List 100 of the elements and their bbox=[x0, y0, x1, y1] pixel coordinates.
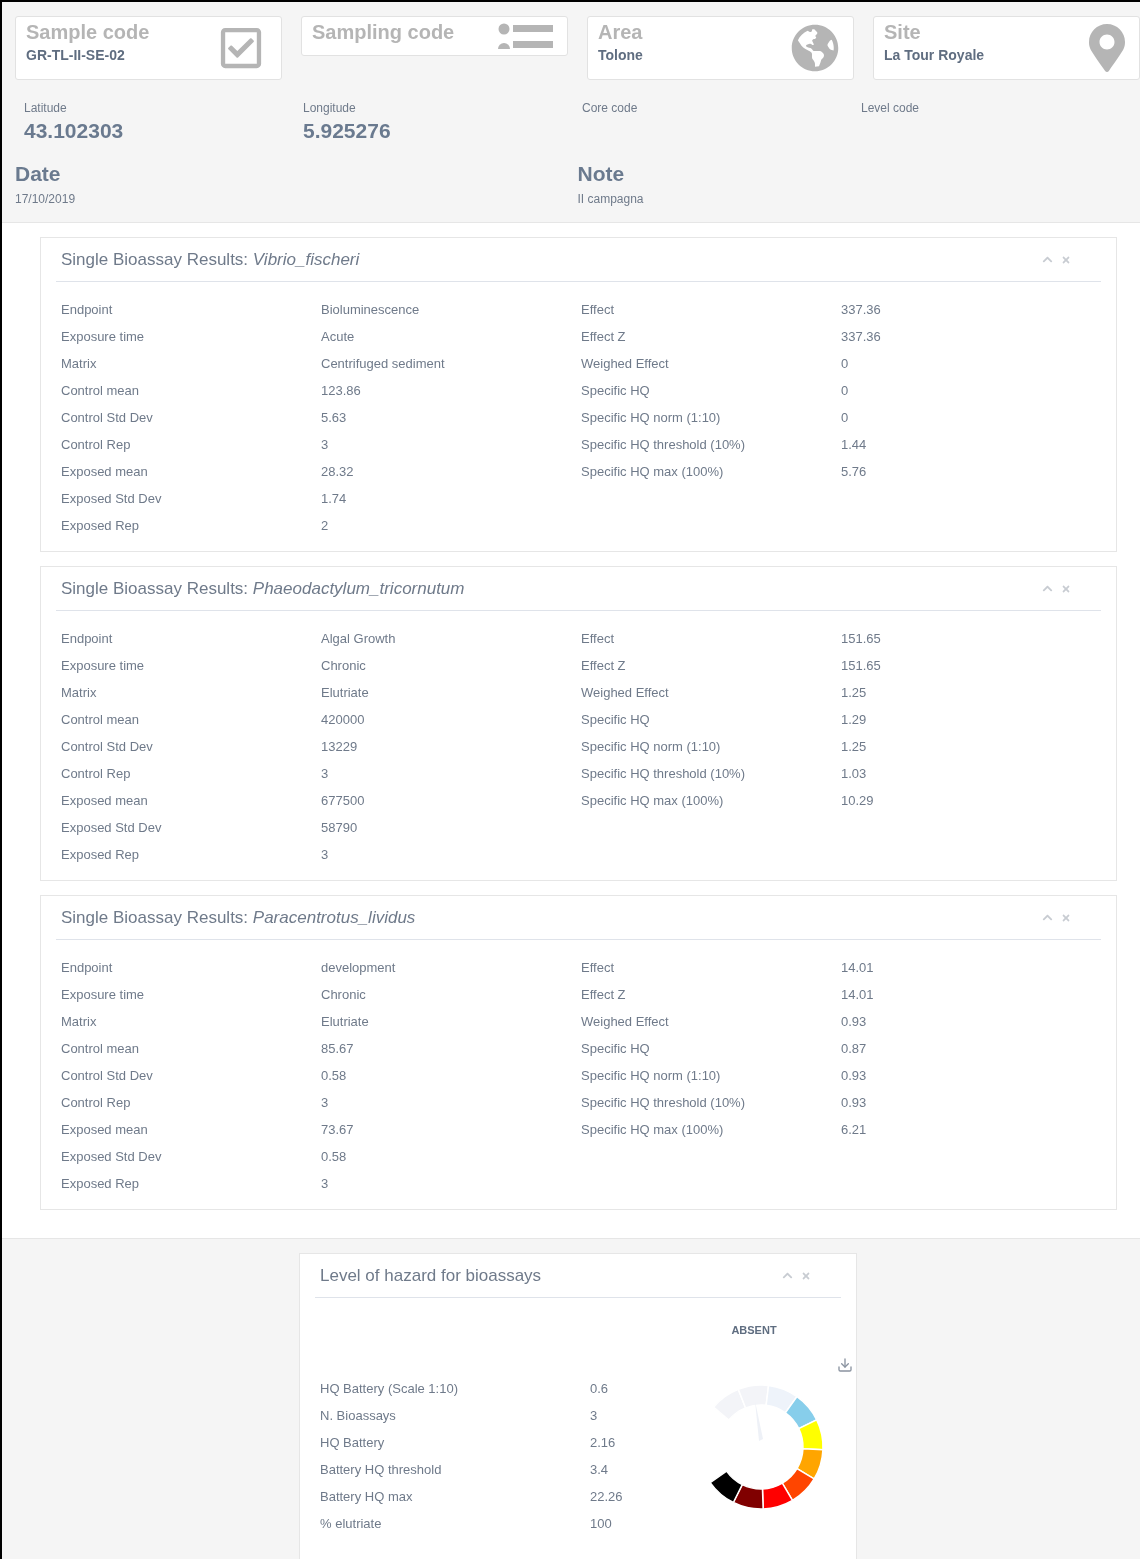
field-label: HQ Battery (Scale 1:10) bbox=[320, 1380, 459, 1398]
field-label: Effect Z bbox=[581, 328, 627, 346]
coordinate-value: 5.925276 bbox=[303, 118, 392, 144]
field-label: Effect bbox=[581, 959, 615, 977]
field-label: Specific HQ bbox=[581, 1040, 651, 1058]
field-value: 2.16 bbox=[590, 1434, 617, 1452]
field-value: 5.76 bbox=[841, 463, 868, 481]
field-label: Matrix bbox=[61, 355, 98, 373]
field-label: Exposure time bbox=[61, 986, 146, 1004]
card-title: Sampling code bbox=[312, 20, 455, 45]
field-value: 1.29 bbox=[841, 711, 868, 729]
download-button[interactable] bbox=[837, 1356, 853, 1373]
field-value: 3 bbox=[321, 1175, 330, 1193]
globe-icon bbox=[791, 24, 839, 72]
field-value: 0 bbox=[841, 382, 850, 400]
field-label: Control Rep bbox=[61, 1094, 132, 1112]
field-label: Specific HQ bbox=[581, 711, 651, 729]
field-value: 0.58 bbox=[321, 1148, 348, 1166]
field-value: Chronic bbox=[321, 986, 367, 1004]
collapse-button[interactable] bbox=[1042, 583, 1053, 594]
field-label: Specific HQ norm (1:10) bbox=[581, 409, 722, 427]
field-label: N. Bioassays bbox=[320, 1407, 397, 1425]
field-label: Exposed Std Dev bbox=[61, 819, 163, 837]
field-label: Control Std Dev bbox=[61, 1067, 154, 1085]
field-label: Weighed Effect bbox=[581, 355, 670, 373]
close-button[interactable] bbox=[801, 1270, 811, 1281]
field-label: Weighed Effect bbox=[581, 1013, 670, 1031]
field-value: 0.87 bbox=[841, 1040, 868, 1058]
field-value: 5.63 bbox=[321, 409, 348, 427]
field-label: Specific HQ norm (1:10) bbox=[581, 738, 722, 756]
field-label: Control mean bbox=[61, 382, 141, 400]
field-value: 337.36 bbox=[841, 301, 882, 319]
list-icon bbox=[497, 23, 553, 49]
field-label: Specific HQ threshold (10%) bbox=[581, 436, 746, 454]
field-value: Chronic bbox=[321, 657, 367, 675]
card-value: La Tour Royale bbox=[884, 46, 985, 65]
field-label: Effect Z bbox=[581, 657, 627, 675]
collapse-button[interactable] bbox=[782, 1270, 793, 1281]
field-label: Battery HQ max bbox=[320, 1488, 414, 1506]
field-value: 123.86 bbox=[321, 382, 362, 400]
coordinate-label: Longitude bbox=[303, 100, 357, 116]
field-label: Exposed mean bbox=[61, 1121, 149, 1139]
panel-title: Single Bioassay Results: Phaeodactylum_tricornutum bbox=[61, 577, 465, 600]
close-button[interactable] bbox=[1061, 912, 1071, 923]
field-value: Bioluminescence bbox=[321, 301, 421, 319]
field-value: Algal Growth bbox=[321, 630, 397, 648]
card-title: Sample code bbox=[26, 20, 150, 45]
detail-value: II campagna bbox=[577, 191, 645, 208]
field-label: Effect Z bbox=[581, 986, 627, 1004]
coordinate-label: Core code bbox=[582, 100, 639, 116]
field-value: 3 bbox=[321, 765, 330, 783]
panel-title: Single Bioassay Results: Vibrio_fischeri bbox=[61, 248, 360, 271]
panel-title: Single Bioassay Results: Paracentrotus_lividus bbox=[61, 906, 416, 929]
detail-title: Date bbox=[15, 161, 62, 187]
field-label: Control mean bbox=[61, 1040, 141, 1058]
close-button[interactable] bbox=[1061, 254, 1071, 265]
coordinate-label: Level code bbox=[861, 100, 921, 116]
field-value: 1.25 bbox=[841, 684, 868, 702]
field-label: Specific HQ max (100%) bbox=[581, 1121, 725, 1139]
field-value: 0 bbox=[841, 409, 850, 427]
field-label: Exposed mean bbox=[61, 463, 149, 481]
field-label: Control Std Dev bbox=[61, 738, 154, 756]
field-value: 1.44 bbox=[841, 436, 868, 454]
field-value: 1.74 bbox=[321, 490, 348, 508]
field-label: Control mean bbox=[61, 711, 141, 729]
card-title: Area bbox=[598, 20, 643, 45]
collapse-button[interactable] bbox=[1042, 254, 1053, 265]
field-value: 151.65 bbox=[841, 657, 882, 675]
field-value: Acute bbox=[321, 328, 356, 346]
location-pin-icon bbox=[1089, 24, 1125, 72]
field-label: Exposed Rep bbox=[61, 1175, 141, 1193]
field-label: Exposed Rep bbox=[61, 517, 141, 535]
card-value: Tolone bbox=[598, 46, 643, 65]
field-value: 1.03 bbox=[841, 765, 868, 783]
close-button[interactable] bbox=[1061, 583, 1071, 594]
field-label: Matrix bbox=[61, 684, 98, 702]
detail-title: Note bbox=[577, 161, 626, 187]
field-label: Exposed mean bbox=[61, 792, 149, 810]
card-title: Site bbox=[884, 20, 922, 45]
field-label: Endpoint bbox=[61, 959, 114, 977]
field-value: 3 bbox=[590, 1407, 599, 1425]
field-label: Battery HQ threshold bbox=[320, 1461, 443, 1479]
field-value: 0.93 bbox=[841, 1013, 868, 1031]
field-value: 0.93 bbox=[841, 1067, 868, 1085]
field-label: Endpoint bbox=[61, 301, 114, 319]
field-value: 28.32 bbox=[321, 463, 355, 481]
field-label: Specific HQ max (100%) bbox=[581, 792, 725, 810]
field-label: Exposure time bbox=[61, 657, 146, 675]
field-label: Endpoint bbox=[61, 630, 114, 648]
field-value: 0 bbox=[841, 355, 850, 373]
field-label: Control Rep bbox=[61, 436, 132, 454]
field-value: Elutriate bbox=[321, 684, 370, 702]
field-value: development bbox=[321, 959, 397, 977]
collapse-button[interactable] bbox=[1042, 912, 1053, 923]
detail-value: 17/10/2019 bbox=[15, 191, 77, 208]
field-value: 0.93 bbox=[841, 1094, 868, 1112]
field-value: 10.29 bbox=[841, 792, 875, 810]
field-label: Matrix bbox=[61, 1013, 98, 1031]
field-label: HQ Battery bbox=[320, 1434, 386, 1452]
field-value: 3.4 bbox=[590, 1461, 610, 1479]
